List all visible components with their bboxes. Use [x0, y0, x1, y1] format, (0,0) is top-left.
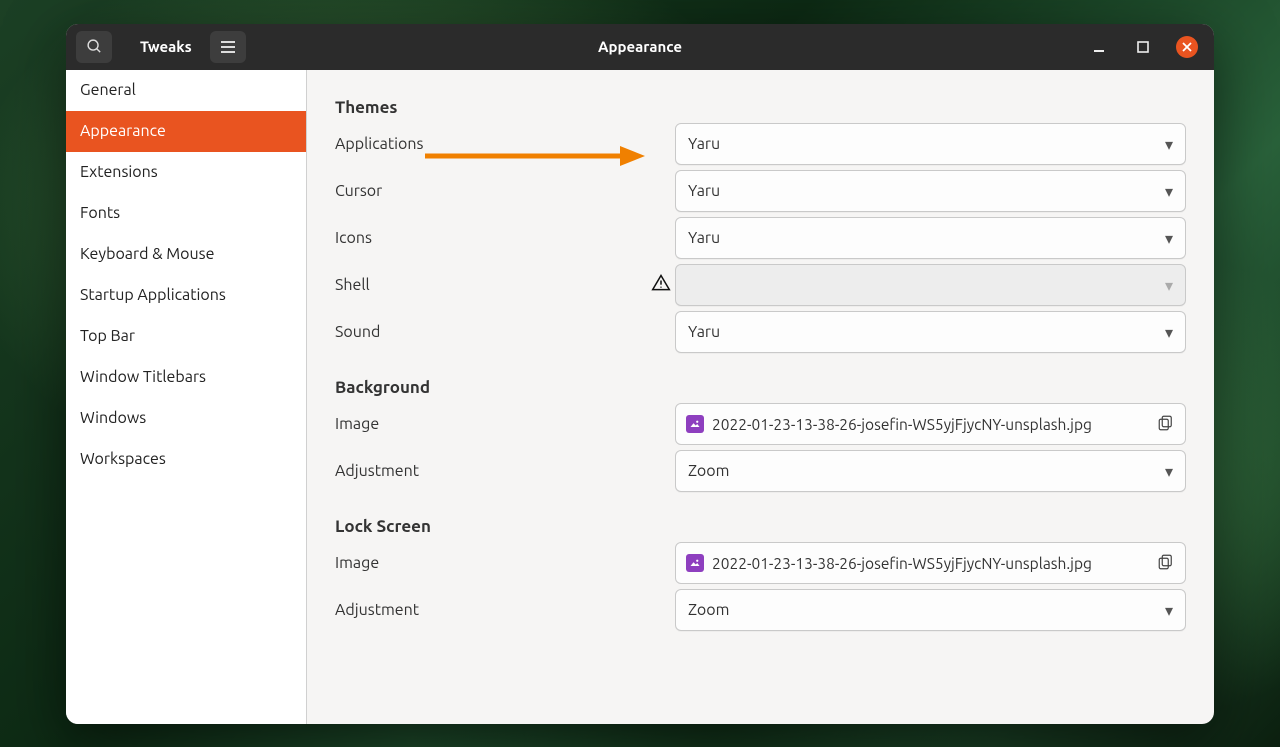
sidebar-item-window-titlebars[interactable]: Window Titlebars [66, 357, 306, 398]
tweaks-window: Tweaks Appearance General Appearance Ext… [66, 24, 1214, 724]
maximize-button[interactable] [1132, 36, 1154, 58]
warning-icon [651, 273, 671, 297]
row-label: Adjustment [335, 601, 675, 619]
image-file-icon [686, 554, 704, 572]
sidebar-item-label: Window Titlebars [80, 368, 206, 386]
sidebar-item-label: Startup Applications [80, 286, 226, 304]
app-title: Tweaks [140, 38, 192, 55]
chevron-down-icon: ▾ [1165, 601, 1173, 620]
background-image-chooser[interactable]: 2022-01-23-13-38-26-josefin-WS5yjFjycNY-… [675, 403, 1186, 445]
chevron-down-icon: ▾ [1165, 182, 1173, 201]
search-button[interactable] [76, 31, 112, 63]
sidebar-item-label: Windows [80, 409, 146, 427]
lockscreen-adjustment-dropdown[interactable]: Zoom ▾ [675, 589, 1186, 631]
hamburger-menu-button[interactable] [210, 31, 246, 63]
row-label: Applications [335, 135, 675, 153]
row-background-image: Image 2022-01-23-13-38-26-josefin-WS5yjF… [335, 401, 1186, 448]
section-title-lockscreen: Lock Screen [335, 517, 1186, 536]
cursor-theme-dropdown[interactable]: Yaru ▾ [675, 170, 1186, 212]
file-name: 2022-01-23-13-38-26-josefin-WS5yjFjycNY-… [712, 555, 1092, 572]
icons-theme-dropdown[interactable]: Yaru ▾ [675, 217, 1186, 259]
row-lockscreen-adjustment: Adjustment Zoom ▾ [335, 587, 1186, 634]
row-shell: Shell ▾ [335, 262, 1186, 309]
chevron-down-icon: ▾ [1165, 462, 1173, 481]
row-label: Cursor [335, 182, 675, 200]
window-body: General Appearance Extensions Fonts Keyb… [66, 70, 1214, 724]
chevron-down-icon: ▾ [1165, 229, 1173, 248]
sidebar: General Appearance Extensions Fonts Keyb… [66, 70, 307, 724]
sidebar-item-workspaces[interactable]: Workspaces [66, 439, 306, 480]
sidebar-item-label: General [80, 81, 136, 99]
minimize-button[interactable] [1088, 36, 1110, 58]
image-file-icon [686, 415, 704, 433]
sidebar-item-label: Keyboard & Mouse [80, 245, 214, 263]
file-browse-icon [1157, 414, 1175, 435]
sidebar-item-startup-applications[interactable]: Startup Applications [66, 275, 306, 316]
sidebar-item-label: Workspaces [80, 450, 166, 468]
dropdown-value: Yaru [688, 135, 720, 153]
row-label: Image [335, 415, 675, 433]
content-pane: Themes Applications Yaru ▾ Cursor Yaru ▾… [307, 70, 1214, 724]
sidebar-item-appearance[interactable]: Appearance [66, 111, 306, 152]
dropdown-value: Zoom [688, 601, 729, 619]
row-label: Sound [335, 323, 675, 341]
close-button[interactable] [1176, 36, 1198, 58]
dropdown-value: Yaru [688, 229, 720, 247]
row-label: Adjustment [335, 462, 675, 480]
file-name: 2022-01-23-13-38-26-josefin-WS5yjFjycNY-… [712, 416, 1092, 433]
dropdown-value: Yaru [688, 182, 720, 200]
sidebar-item-general[interactable]: General [66, 70, 306, 111]
section-title-themes: Themes [335, 98, 1186, 117]
sidebar-item-windows[interactable]: Windows [66, 398, 306, 439]
section-title-background: Background [335, 378, 1186, 397]
row-applications: Applications Yaru ▾ [335, 121, 1186, 168]
sidebar-item-fonts[interactable]: Fonts [66, 193, 306, 234]
row-sound: Sound Yaru ▾ [335, 309, 1186, 356]
row-icons: Icons Yaru ▾ [335, 215, 1186, 262]
sidebar-item-label: Fonts [80, 204, 120, 222]
shell-theme-dropdown: ▾ [675, 264, 1186, 306]
row-background-adjustment: Adjustment Zoom ▾ [335, 448, 1186, 495]
row-label: Shell [335, 273, 675, 297]
row-lockscreen-image: Image 2022-01-23-13-38-26-josefin-WS5yjF… [335, 540, 1186, 587]
row-label: Icons [335, 229, 675, 247]
titlebar: Tweaks Appearance [66, 24, 1214, 70]
sidebar-item-label: Top Bar [80, 327, 135, 345]
chevron-down-icon: ▾ [1165, 323, 1173, 342]
sidebar-item-top-bar[interactable]: Top Bar [66, 316, 306, 357]
window-controls [1088, 36, 1204, 58]
background-adjustment-dropdown[interactable]: Zoom ▾ [675, 450, 1186, 492]
sidebar-item-keyboard-mouse[interactable]: Keyboard & Mouse [66, 234, 306, 275]
sidebar-item-label: Extensions [80, 163, 158, 181]
dropdown-value: Yaru [688, 323, 720, 341]
file-browse-icon [1157, 553, 1175, 574]
applications-theme-dropdown[interactable]: Yaru ▾ [675, 123, 1186, 165]
row-label: Image [335, 554, 675, 572]
row-label-text: Shell [335, 276, 370, 294]
row-cursor: Cursor Yaru ▾ [335, 168, 1186, 215]
sound-theme-dropdown[interactable]: Yaru ▾ [675, 311, 1186, 353]
chevron-down-icon: ▾ [1165, 135, 1173, 154]
sidebar-item-label: Appearance [80, 122, 166, 140]
lockscreen-image-chooser[interactable]: 2022-01-23-13-38-26-josefin-WS5yjFjycNY-… [675, 542, 1186, 584]
dropdown-value: Zoom [688, 462, 729, 480]
chevron-down-icon: ▾ [1165, 276, 1173, 295]
sidebar-item-extensions[interactable]: Extensions [66, 152, 306, 193]
